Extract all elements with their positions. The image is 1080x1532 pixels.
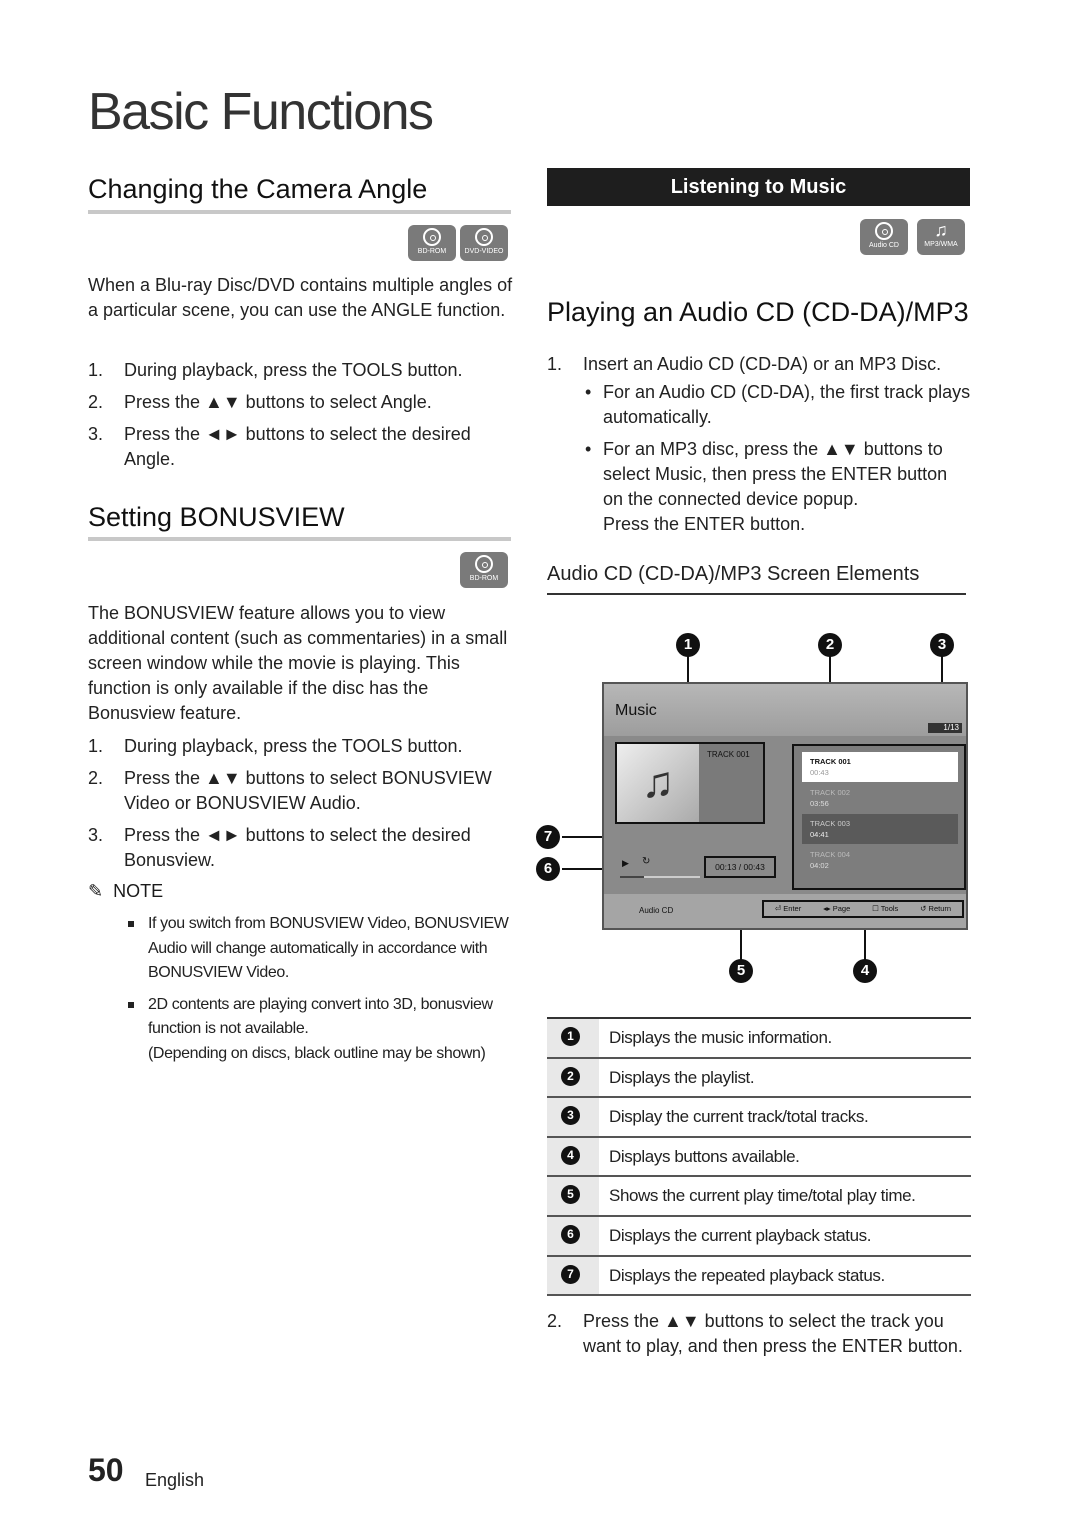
bullet-extra: Press the ENTER button. bbox=[603, 514, 806, 534]
music-screen: Music 1/13 ♫ TRACK 001 ▶ ↻ 00:13 / 00:43… bbox=[602, 682, 968, 930]
page-title: Basic Functions bbox=[88, 83, 434, 141]
table-row: 6 Displays the current playback status. bbox=[547, 1217, 971, 1257]
step: 1. During playback, press the TOOLS butto… bbox=[88, 736, 463, 756]
tools-button[interactable]: ☐ Tools bbox=[872, 902, 898, 916]
step: 1. Insert an Audio CD (CD-DA) or an MP3 D… bbox=[547, 354, 942, 374]
camera-angle-steps: 1. During playback, press the TOOLS butto… bbox=[88, 358, 508, 472]
row-number-badge: 2 bbox=[561, 1066, 580, 1086]
bullet-item: For an Audio CD (CD-DA), the first track… bbox=[585, 380, 972, 430]
bd-rom-badge: BD-ROM bbox=[408, 225, 456, 261]
dvd-video-badge: DVD-VIDEO bbox=[460, 225, 508, 261]
playlist-item[interactable]: TRACK 003 04:41 bbox=[802, 814, 958, 844]
enter-button[interactable]: ⏎ Enter bbox=[775, 902, 801, 916]
row-number-badge: 1 bbox=[561, 1027, 580, 1046]
divider bbox=[547, 593, 966, 595]
callout-7: 7 bbox=[536, 825, 560, 849]
row-number-badge: 7 bbox=[561, 1264, 580, 1284]
note-item: If you switch from BONUSVIEW Video, BONU… bbox=[124, 912, 514, 986]
step-2: 2. Press the ▲▼ buttons to select the tra… bbox=[547, 1311, 963, 1356]
audio-steps: 1. Insert an Audio CD (CD-DA) or an MP3 D… bbox=[547, 352, 972, 537]
playlist-panel: TRACK 001 00:43 TRACK 002 03:56 TRACK 003 0… bbox=[792, 744, 966, 890]
callout-5: 5 bbox=[729, 959, 753, 983]
table-row: 7 Displays the repeated playback status. bbox=[547, 1256, 971, 1297]
note-extra: (Depending on discs, black outline may b… bbox=[148, 1044, 486, 1062]
page-number: 50 bbox=[88, 1452, 124, 1488]
playlist-item[interactable]: TRACK 001 00:43 bbox=[802, 752, 958, 782]
section-banner: Listening to Music bbox=[547, 168, 970, 206]
progress-bar[interactable] bbox=[620, 876, 700, 878]
table-row: 2 Displays the playlist. bbox=[547, 1058, 971, 1099]
note-header: ✎ NOTE bbox=[88, 881, 164, 901]
playlist-item[interactable]: TRACK 002 03:56 bbox=[802, 783, 958, 813]
disc-icon bbox=[475, 228, 493, 246]
current-track: TRACK 001 bbox=[707, 750, 750, 759]
music-note-icon: ♫ bbox=[617, 744, 699, 822]
callout-3: 3 bbox=[930, 633, 954, 657]
row-number-badge: 4 bbox=[561, 1145, 580, 1165]
row-description: Displays the repeated playback status. bbox=[609, 1265, 885, 1285]
play-time: 00:13 / 00:43 bbox=[704, 856, 776, 878]
repeat-icon: ↻ bbox=[642, 856, 651, 867]
row-description: Displays the current playback status. bbox=[609, 1226, 872, 1245]
page-button[interactable]: ◂▸ Page bbox=[823, 902, 850, 916]
step: 2. Press the ▲▼ buttons to select Angle. bbox=[88, 392, 432, 412]
heading-camera-angle: Changing the Camera Angle bbox=[88, 174, 428, 204]
button-guide: ⏎ Enter ◂▸ Page ☐ Tools ↺ Return bbox=[762, 900, 964, 918]
source-label: Audio CD bbox=[639, 906, 674, 915]
return-button[interactable]: ↺ Return bbox=[920, 902, 951, 916]
play-status-icon: ▶ bbox=[622, 858, 629, 868]
row-description: Display the current track/total tracks. bbox=[609, 1107, 869, 1127]
callout-2: 2 bbox=[818, 633, 842, 657]
row-number-badge: 5 bbox=[561, 1185, 580, 1205]
disc-icon bbox=[423, 228, 441, 246]
pencil-icon: ✎ bbox=[88, 881, 104, 901]
table-row: 1 Displays the music information. bbox=[547, 1019, 971, 1059]
note-list: If you switch from BONUSVIEW Video, BONU… bbox=[124, 912, 514, 1066]
progress-fill bbox=[620, 876, 644, 878]
row-description: Displays the playlist. bbox=[609, 1067, 755, 1087]
callout-1: 1 bbox=[676, 633, 700, 657]
step: 1. During playback, press the TOOLS butto… bbox=[88, 360, 463, 380]
screen-title: Music bbox=[615, 702, 657, 719]
callout-6: 6 bbox=[536, 857, 560, 881]
table-row: 5 Shows the current play time/total play … bbox=[547, 1177, 971, 1217]
divider bbox=[88, 537, 511, 541]
row-description: Shows the current play time/total play t… bbox=[609, 1186, 916, 1206]
camera-angle-intro: When a Blu-ray Disc/DVD contains multipl… bbox=[88, 275, 513, 320]
row-description: Displays the music information. bbox=[609, 1028, 832, 1047]
callout-4: 4 bbox=[853, 959, 877, 983]
bonusview-intro: The BONUSVIEW feature allows you to view… bbox=[88, 603, 508, 723]
disc-icon bbox=[875, 222, 893, 240]
disc-icon bbox=[475, 555, 493, 573]
step: 3. Press the ◄► buttons to select the des… bbox=[88, 825, 471, 870]
audio-cd-badge: Audio CD bbox=[860, 219, 908, 255]
row-number-badge: 6 bbox=[561, 1225, 580, 1244]
track-counter: 1/13 bbox=[928, 723, 962, 733]
divider bbox=[88, 210, 511, 214]
subheading-screen-elements: Audio CD (CD-DA)/MP3 Screen Elements bbox=[547, 563, 920, 585]
language-label: English bbox=[145, 1470, 205, 1490]
table-row: 4 Displays buttons available. bbox=[547, 1137, 971, 1178]
mp3-wma-badge: ♫ MP3/WMA bbox=[917, 219, 965, 255]
row-number-badge: 3 bbox=[561, 1106, 580, 1126]
row-description: Displays buttons available. bbox=[609, 1146, 800, 1166]
music-note-icon: ♫ bbox=[934, 220, 948, 240]
heading-bonusview: Setting BONUSVIEW bbox=[88, 502, 345, 532]
step: 2. Press the ▲▼ buttons to select BONUSVI… bbox=[88, 768, 492, 813]
playlist-item[interactable]: TRACK 004 04:02 bbox=[802, 845, 958, 875]
note-item: 2D contents are playing convert into 3D,… bbox=[124, 993, 514, 1042]
step: 3. Press the ◄► buttons to select the des… bbox=[88, 424, 471, 469]
heading-audio-cd: Playing an Audio CD (CD-DA)/MP3 bbox=[547, 297, 969, 327]
table-row: 3 Display the current track/total tracks. bbox=[547, 1098, 971, 1138]
bonusview-steps: 1. During playback, press the TOOLS butto… bbox=[88, 734, 516, 873]
bd-rom-badge: BD-ROM bbox=[460, 552, 508, 588]
bullet-item: For an MP3 disc, press the ▲▼ buttons to… bbox=[585, 437, 972, 512]
music-info-box: ♫ TRACK 001 bbox=[615, 742, 765, 824]
